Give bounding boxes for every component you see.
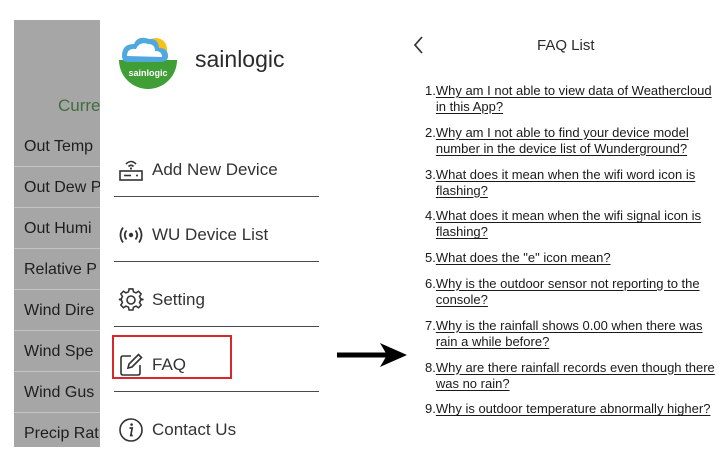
navigation-drawer: sainlogic sainlogic Add New Device WU De… — [100, 0, 340, 447]
faq-item: 4. What does it mean when the wifi signa… — [425, 208, 715, 240]
background-heading: Curre — [58, 96, 101, 115]
faq-number: 3. — [425, 166, 436, 182]
gear-icon — [118, 288, 144, 311]
menu-item-add-new-device[interactable]: Add New Device — [100, 136, 340, 198]
faq-question-link[interactable]: What does it mean when the wifi word ico… — [436, 167, 715, 199]
menu-item-contact-us[interactable]: Contact Us — [100, 396, 340, 458]
background-row: Relative P — [24, 261, 97, 278]
faq-number: 2. — [425, 124, 436, 140]
faq-page-title: FAQ List — [537, 37, 595, 54]
background-row: Out Humi — [24, 220, 92, 237]
faq-item: 2. Why am I not able to find your device… — [425, 125, 715, 157]
background-row: Precip Rat — [24, 425, 99, 442]
signal-icon — [119, 227, 143, 243]
menu-divider — [114, 196, 319, 197]
menu-item-setting[interactable]: Setting — [100, 266, 340, 328]
faq-item: 9. Why is outdoor temperature abnormally… — [425, 401, 715, 417]
menu-divider — [114, 391, 319, 392]
menu-item-wu-device-list[interactable]: WU Device List — [100, 201, 340, 263]
faq-question-link[interactable]: Why am I not able to find your device mo… — [436, 125, 715, 157]
faq-item: 7. Why is the rainfall shows 0.00 when t… — [425, 318, 715, 350]
faq-item: 1. Why am I not able to view data of Wea… — [425, 83, 715, 115]
faq-question-link[interactable]: What does it mean when the wifi signal i… — [436, 208, 715, 240]
info-icon — [119, 418, 143, 442]
faq-question-link[interactable]: Why are there rainfall records even thou… — [436, 360, 715, 392]
faq-item: 8. Why are there rainfall records even t… — [425, 360, 715, 392]
faq-number: 7. — [425, 317, 436, 333]
menu-label: Add New Device — [152, 160, 278, 179]
faq-question-link[interactable]: Why is outdoor temperature abnormally hi… — [436, 401, 715, 417]
faq-number: 6. — [425, 275, 436, 291]
faq-number: 9. — [425, 401, 436, 417]
faq-number: 4. — [425, 208, 436, 224]
arrow-right-icon — [337, 343, 407, 367]
menu-divider — [114, 261, 319, 262]
background-row: Out Dew P — [24, 179, 102, 196]
menu-label: Contact Us — [152, 420, 237, 439]
faq-number: 1. — [425, 83, 436, 98]
background-row: Wind Gus — [24, 384, 95, 401]
background-row: Out Temp — [24, 138, 94, 155]
logo-wordmark: sainlogic — [128, 68, 167, 78]
faq-item: 3. What does it mean when the wifi word … — [425, 167, 715, 199]
sainlogic-logo: sainlogic — [119, 31, 177, 89]
background-row: Wind Spe — [24, 343, 94, 360]
faq-number: 8. — [425, 359, 436, 375]
faq-item: 5. What does the "e" icon mean? — [425, 250, 715, 266]
faq-question-link[interactable]: What does the "e" icon mean? — [436, 250, 715, 266]
faq-question-link[interactable]: Why is the rainfall shows 0.00 when ther… — [436, 318, 715, 350]
faq-highlight-box — [112, 335, 232, 379]
faq-number: 5. — [425, 250, 436, 266]
menu-label: Setting — [152, 290, 205, 309]
faq-item: 6. Why is the outdoor sensor not reporti… — [425, 276, 715, 308]
faq-question-link[interactable]: Why am I not able to view data of Weathe… — [436, 83, 715, 115]
brand-name: sainlogic — [195, 46, 285, 72]
menu-label: WU Device List — [152, 225, 269, 244]
faq-question-link[interactable]: Why is the outdoor sensor not reporting … — [436, 276, 715, 308]
faq-list: 1. Why am I not able to view data of Wea… — [425, 83, 715, 427]
menu-divider — [114, 326, 319, 327]
back-chevron-icon[interactable] — [410, 34, 428, 56]
router-icon — [119, 160, 143, 181]
background-row: Wind Dire — [24, 302, 95, 319]
